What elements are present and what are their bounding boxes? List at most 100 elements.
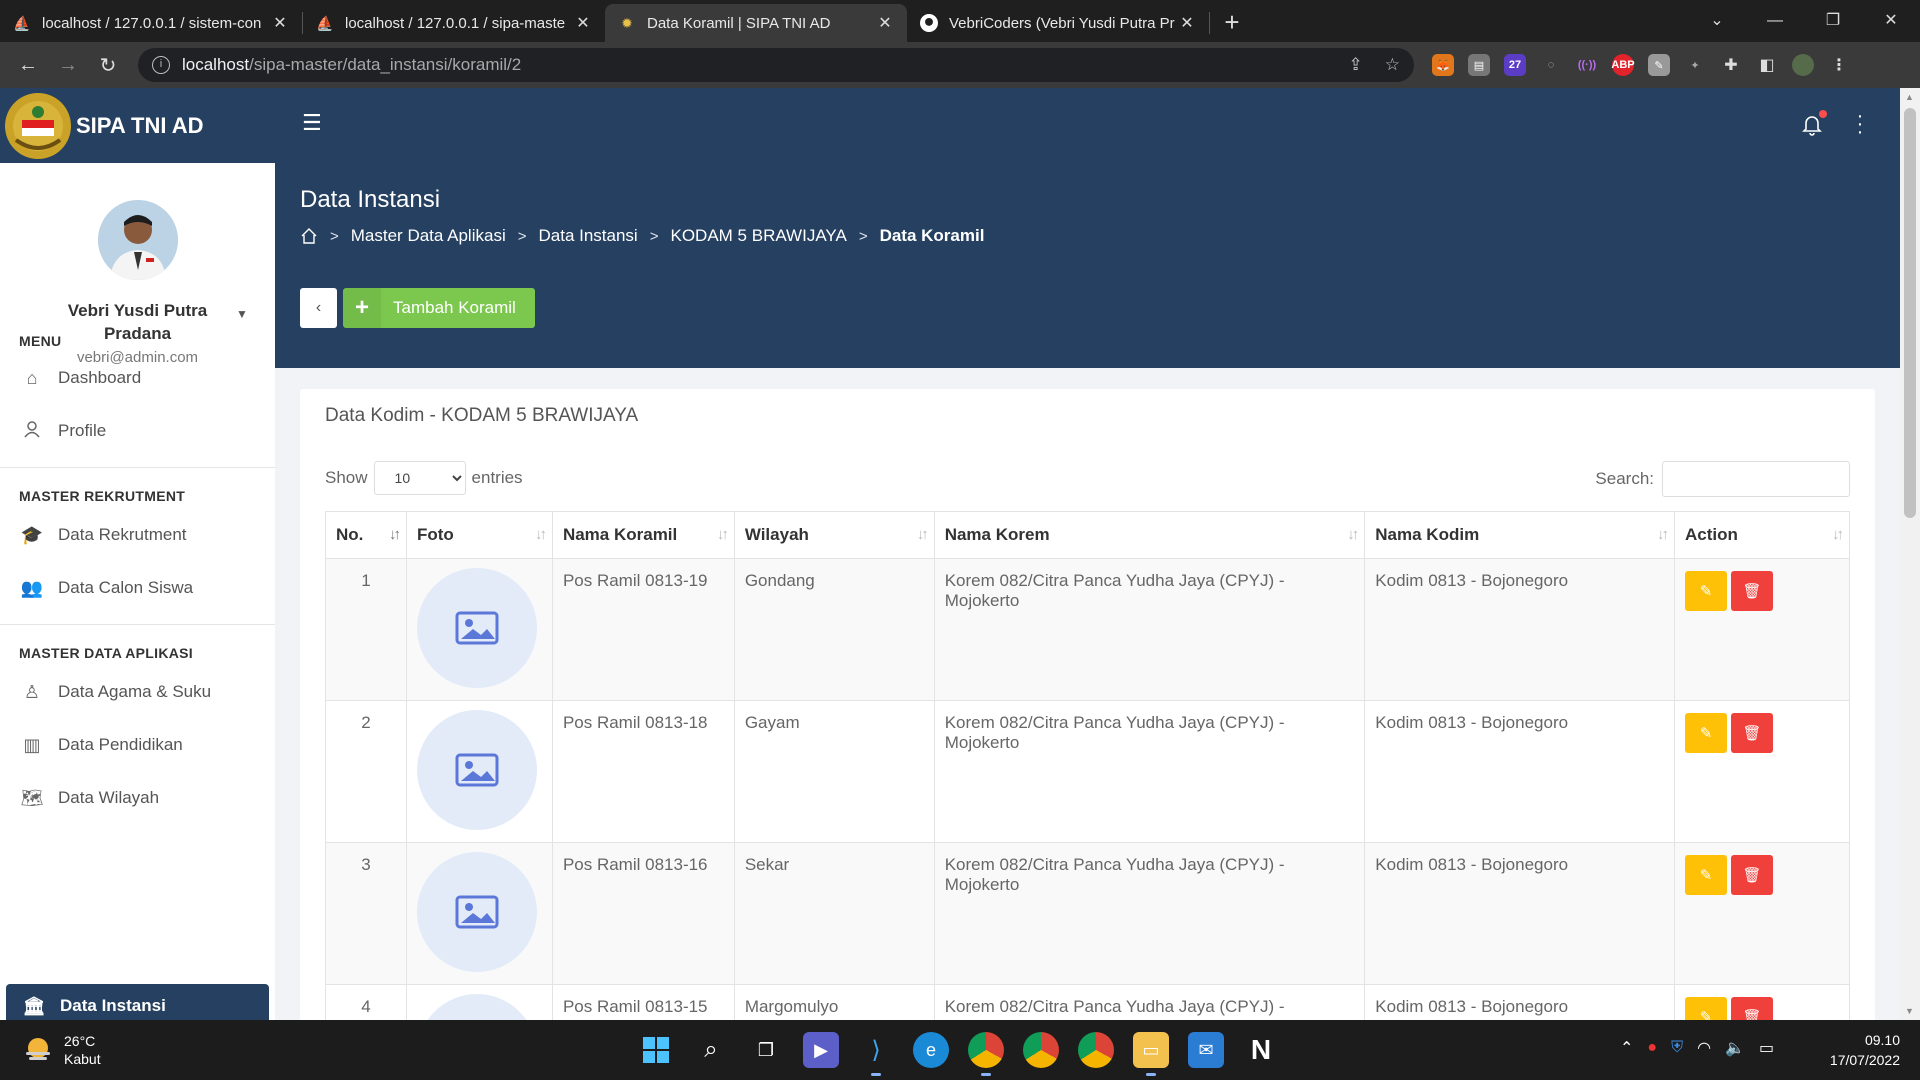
- column-header-foto[interactable]: Foto ↓↑: [405, 511, 553, 559]
- metamask-icon[interactable]: 🦊: [1432, 54, 1454, 76]
- edit-button[interactable]: ✎: [1685, 571, 1728, 611]
- entries-label: entries: [471, 468, 523, 487]
- sidebar-item-dashboard[interactable]: ⌂ Dashboard: [20, 363, 260, 393]
- edit-button[interactable]: ✎: [1685, 855, 1728, 895]
- sort-icon: ↓↑: [1832, 526, 1844, 543]
- hamburger-menu-icon[interactable]: ☰: [302, 112, 324, 134]
- search-input[interactable]: [1662, 461, 1850, 497]
- sidebar-item-data-instansi[interactable]: 🏛 Data Instansi: [6, 984, 269, 1020]
- sidebar-item-data-rekrutment[interactable]: 🎓 Data Rekrutment: [20, 520, 260, 550]
- task-view-icon[interactable]: ❐: [748, 1032, 784, 1068]
- add-koramil-button[interactable]: + Tambah Koramil: [343, 288, 535, 328]
- system-clock[interactable]: 09.10 17/07/2022: [1800, 1030, 1900, 1070]
- more-options-icon[interactable]: · · ·: [1855, 106, 1865, 142]
- column-header-nama-koramil[interactable]: Nama Koramil ↓↑: [551, 511, 735, 559]
- sidebar-item-data-agama-suku[interactable]: ♙ Data Agama & Suku: [20, 677, 260, 707]
- delete-button[interactable]: 🗑: [1731, 571, 1774, 611]
- caret-down-icon[interactable]: ▼: [236, 307, 248, 321]
- sidebar-item-data-calon-siswa[interactable]: 👥 Data Calon Siswa: [20, 573, 260, 603]
- edge-icon[interactable]: e: [913, 1032, 949, 1068]
- extensions-puzzle-icon[interactable]: ✚: [1720, 54, 1742, 76]
- mail-icon[interactable]: ✉: [1188, 1032, 1224, 1068]
- brand[interactable]: SIPA TNI AD: [0, 88, 275, 163]
- minimize-icon[interactable]: —: [1746, 0, 1804, 42]
- scrollbar-thumb[interactable]: [1904, 108, 1916, 518]
- close-window-icon[interactable]: ✕: [1862, 0, 1920, 42]
- sidebar-item-profile[interactable]: Profile: [20, 416, 260, 446]
- vscode-icon[interactable]: ⟩: [858, 1032, 894, 1076]
- column-header-no[interactable]: No. ↓↑: [325, 511, 407, 559]
- back-icon[interactable]: ←: [10, 47, 46, 83]
- extension-icon[interactable]: ✎: [1648, 54, 1670, 76]
- chrome-icon[interactable]: [968, 1032, 1004, 1076]
- forward-icon[interactable]: →: [50, 47, 86, 83]
- adblock-plus-icon[interactable]: ABP: [1611, 54, 1635, 76]
- browser-menu-icon[interactable]: ⋮: [1828, 54, 1850, 76]
- page-scrollbar[interactable]: ▲ ▼: [1900, 88, 1920, 1020]
- security-shield-icon[interactable]: ⛨: [1671, 1039, 1683, 1057]
- extension-badge-icon[interactable]: 27: [1504, 54, 1526, 76]
- extension-icon[interactable]: ▤: [1468, 54, 1490, 76]
- cell-nama-koramil: Pos Ramil 0813-18: [551, 700, 735, 843]
- page-size-select[interactable]: 10: [373, 461, 466, 495]
- search-icon[interactable]: ⌕: [693, 1032, 729, 1068]
- image-placeholder-icon[interactable]: [416, 710, 537, 830]
- scroll-up-icon[interactable]: ▲: [1905, 92, 1914, 102]
- volume-icon[interactable]: 🔈: [1725, 1038, 1745, 1058]
- column-header-action[interactable]: Action ↓↑: [1674, 511, 1850, 559]
- chrome-icon[interactable]: [1023, 1032, 1059, 1068]
- chrome-icon[interactable]: [1078, 1032, 1114, 1068]
- extension-icon[interactable]: ((·)): [1576, 54, 1598, 76]
- home-icon[interactable]: [300, 227, 318, 245]
- edit-button[interactable]: ✎: [1685, 713, 1728, 753]
- battery-icon[interactable]: ▭: [1759, 1038, 1774, 1058]
- tray-app-icon[interactable]: ●: [1647, 1039, 1657, 1057]
- share-icon[interactable]: ⇪: [1349, 55, 1363, 75]
- notion-icon[interactable]: N: [1243, 1032, 1279, 1068]
- column-header-wilayah[interactable]: Wilayah ↓↑: [733, 511, 935, 559]
- sidebar-item-data-pendidikan[interactable]: ▥ Data Pendidikan: [20, 730, 260, 760]
- extension-icon[interactable]: ✦: [1684, 54, 1706, 76]
- site-info-icon[interactable]: i: [152, 56, 170, 74]
- image-placeholder-icon[interactable]: [416, 568, 537, 688]
- map-icon: 🗺: [20, 787, 44, 808]
- graduation-cap-icon: 🎓: [20, 524, 44, 545]
- weather-widget[interactable]: 26°C Kabut: [22, 1032, 101, 1068]
- bookmark-star-icon[interactable]: ☆: [1385, 55, 1400, 75]
- browser-tab[interactable]: ⛵ localhost / 127.0.0.1 / sipa-maste ✕: [303, 4, 605, 42]
- close-tab-icon[interactable]: ✕: [1177, 13, 1197, 33]
- chevron-up-icon[interactable]: ⌃: [1620, 1038, 1633, 1058]
- side-panel-icon[interactable]: ◧: [1756, 54, 1778, 76]
- column-header-nama-korem[interactable]: Nama Korem ↓↑: [933, 511, 1366, 559]
- new-tab-icon[interactable]: +: [1210, 7, 1254, 38]
- lightbulb-icon[interactable]: ◌: [1540, 54, 1562, 76]
- sidebar-item-data-wilayah[interactable]: 🗺 Data Wilayah: [20, 783, 260, 813]
- teams-chat-icon[interactable]: ▶: [803, 1032, 839, 1068]
- back-button[interactable]: ‹: [300, 288, 337, 328]
- address-bar[interactable]: i localhost/sipa-master/data_instansi/ko…: [138, 48, 1414, 82]
- breadcrumb-item[interactable]: Data Instansi: [538, 226, 637, 246]
- reload-icon[interactable]: ↻: [90, 47, 126, 83]
- breadcrumb-item[interactable]: Master Data Aplikasi: [351, 226, 506, 246]
- close-tab-icon[interactable]: ✕: [875, 13, 895, 33]
- user-name[interactable]: Vebri Yusdi Putra Pradana: [40, 299, 235, 345]
- delete-button[interactable]: 🗑: [1731, 713, 1774, 753]
- browser-tab-active[interactable]: ✹ Data Koramil | SIPA TNI AD ✕: [605, 4, 907, 42]
- close-tab-icon[interactable]: ✕: [270, 13, 290, 33]
- browser-tab[interactable]: ⛵ localhost / 127.0.0.1 / sistem-con ✕: [0, 4, 302, 42]
- page-title: Data Instansi: [300, 186, 441, 213]
- tab-search-icon[interactable]: ⌄: [1688, 0, 1746, 42]
- scroll-down-icon[interactable]: ▼: [1905, 1006, 1914, 1016]
- profile-avatar-icon[interactable]: [1792, 54, 1814, 76]
- sort-icon: ↓↑: [716, 526, 729, 543]
- restore-icon[interactable]: ❐: [1804, 0, 1862, 42]
- image-placeholder-icon[interactable]: [416, 852, 537, 972]
- breadcrumb-item[interactable]: KODAM 5 BRAWIJAYA: [670, 226, 846, 246]
- browser-tab[interactable]: VebriCoders (Vebri Yusdi Putra Pr ✕: [907, 4, 1209, 42]
- windows-start-icon[interactable]: [638, 1032, 674, 1068]
- wifi-icon[interactable]: ◠: [1697, 1038, 1711, 1058]
- column-header-nama-kodim[interactable]: Nama Kodim ↓↑: [1364, 511, 1676, 559]
- delete-button[interactable]: 🗑: [1731, 855, 1774, 895]
- close-tab-icon[interactable]: ✕: [573, 13, 593, 33]
- file-explorer-icon[interactable]: ▭: [1133, 1032, 1169, 1076]
